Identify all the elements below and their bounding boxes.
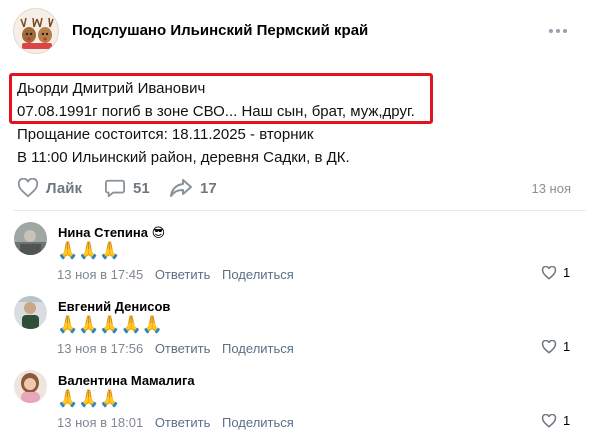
comment-author[interactable]: Нина Степина 😎 (58, 225, 165, 241)
sunglasses-emoji-icon: 😎 (151, 226, 166, 241)
more-dots-icon[interactable] (547, 24, 569, 36)
comment-icon (105, 179, 125, 198)
comment-text: 🙏🙏🙏 (57, 241, 121, 261)
comment-like-count: 1 (563, 265, 571, 280)
avatar[interactable] (14, 370, 47, 403)
reply-button[interactable]: Ответить (155, 415, 211, 430)
group-name[interactable]: Подслушано Ильинский Пермский край (72, 22, 368, 39)
comment-like-count: 1 (563, 413, 571, 428)
like-button[interactable]: Лайк (17, 178, 82, 198)
reply-button[interactable]: Ответить (155, 341, 211, 356)
comment-date[interactable]: 13 ноя в 17:56 (57, 341, 143, 356)
heart-icon (541, 265, 557, 280)
share-icon (170, 179, 192, 197)
comment-like-button[interactable]: 1 (541, 339, 570, 354)
comment-author[interactable]: Валентина Мамалига (58, 373, 195, 388)
comment-meta: 13 ноя в 18:01 Ответить Поделиться (57, 415, 294, 430)
avatar[interactable] (14, 222, 47, 255)
share-comment-button[interactable]: Поделиться (222, 415, 294, 430)
comment-item: Евгений Денисов 🙏🙏🙏🙏🙏 13 ноя в 17:56 Отв… (0, 296, 593, 368)
share-comment-button[interactable]: Поделиться (222, 341, 294, 356)
comment-author[interactable]: Евгений Денисов (58, 299, 170, 314)
share-button[interactable]: 17 (169, 178, 217, 198)
comments-button[interactable]: 51 (104, 178, 150, 198)
post-actions: Лайк 51 17 13 ноя (0, 172, 593, 204)
comment-date[interactable]: 13 ноя в 17:45 (57, 267, 143, 282)
avatar[interactable] (14, 296, 47, 329)
comment-meta: 13 ноя в 17:45 Ответить Поделиться (57, 267, 294, 282)
comment-item: Нина Степина 😎 🙏🙏🙏 13 ноя в 17:45 Ответи… (0, 222, 593, 294)
heart-icon (541, 339, 557, 354)
heart-icon (541, 413, 557, 428)
post-date[interactable]: 13 ноя (531, 181, 571, 196)
post-text-line-4: В 11:00 Ильинский район, деревня Садки, … (17, 149, 350, 166)
group-avatar-deer-icon[interactable] (13, 8, 59, 54)
comment-text: 🙏🙏🙏🙏🙏 (57, 315, 163, 335)
comment-date[interactable]: 13 ноя в 18:01 (57, 415, 143, 430)
comment-like-button[interactable]: 1 (541, 265, 570, 280)
post-header: Подслушано Ильинский Пермский край (0, 0, 593, 66)
like-label: Лайк (46, 179, 82, 197)
comment-text: 🙏🙏🙏 (57, 389, 121, 409)
comments-count: 51 (133, 179, 150, 197)
heart-icon (17, 178, 39, 198)
share-comment-button[interactable]: Поделиться (222, 267, 294, 282)
post-text-line-3: Прощание состоится: 18.11.2025 - вторник (17, 126, 314, 143)
comment-item: Валентина Мамалига 🙏🙏🙏 13 ноя в 18:01 От… (0, 370, 593, 436)
comment-like-button[interactable]: 1 (541, 413, 570, 428)
comment-like-count: 1 (563, 339, 571, 354)
comment-meta: 13 ноя в 17:56 Ответить Поделиться (57, 341, 294, 356)
divider (13, 210, 586, 211)
highlight-box (9, 73, 433, 124)
shares-count: 17 (200, 179, 217, 197)
reply-button[interactable]: Ответить (155, 267, 211, 282)
